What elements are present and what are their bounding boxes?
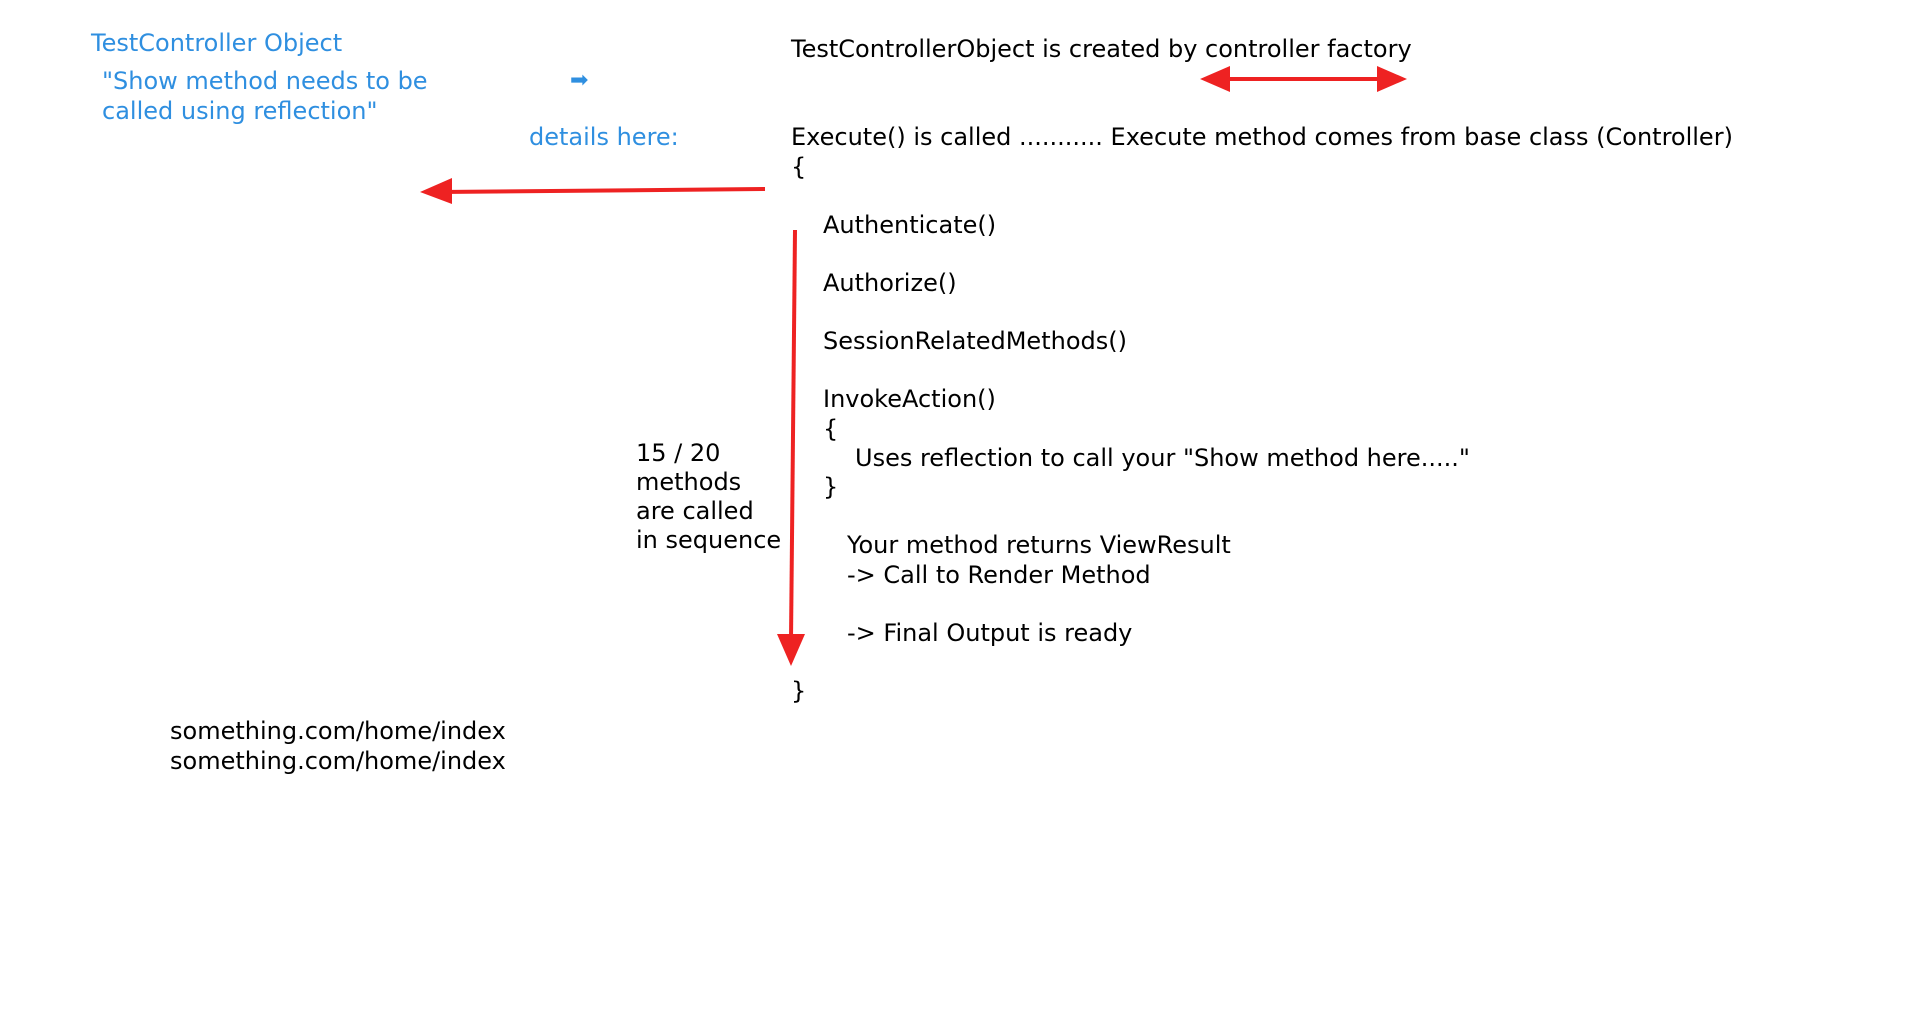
arrow-head-left bbox=[1200, 66, 1230, 92]
left-pointing-arrow bbox=[420, 178, 766, 204]
invoke-open-brace: { bbox=[823, 415, 839, 443]
invoke-action-step: InvokeAction() bbox=[823, 385, 996, 413]
execute-close-brace: } bbox=[791, 677, 807, 705]
final-output-line: -> Final Output is ready bbox=[847, 619, 1133, 647]
note-quote-line-1: "Show method needs to be bbox=[102, 67, 428, 95]
right-arrow-icon: ➡ bbox=[570, 68, 589, 93]
note-quote-line-2: called using reflection" bbox=[102, 97, 378, 125]
authenticate-step: Authenticate() bbox=[823, 211, 997, 239]
session-methods-step: SessionRelatedMethods() bbox=[823, 327, 1127, 355]
authorize-step: Authorize() bbox=[823, 269, 957, 297]
url-line-1: something.com/home/index bbox=[170, 717, 506, 745]
diagram-canvas: { "left_notes": { "title": "TestControll… bbox=[0, 0, 1920, 1017]
invoke-close-brace: } bbox=[823, 473, 839, 501]
url-line-2: something.com/home/index bbox=[170, 747, 506, 775]
execute-line: Execute() is called ........... Execute … bbox=[791, 123, 1733, 151]
arrows-layer bbox=[420, 66, 1407, 666]
note-details: details here: bbox=[529, 123, 679, 151]
sequence-note-line-4: in sequence bbox=[636, 526, 782, 554]
note-title: TestController Object bbox=[91, 29, 343, 57]
sequence-note-line-3: are called bbox=[636, 497, 754, 525]
arrow-head-left-pointing bbox=[420, 178, 452, 204]
sequence-note-line-1: 15 / 20 bbox=[636, 439, 721, 467]
double-headed-arrow bbox=[1200, 66, 1407, 92]
downward-sequence-arrow bbox=[777, 229, 805, 666]
reflection-line: Uses reflection to call your "Show metho… bbox=[855, 444, 1470, 472]
sequence-note-line-2: methods bbox=[636, 468, 742, 496]
arrow-head-right bbox=[1377, 66, 1407, 92]
arrow-head-down bbox=[777, 634, 805, 666]
execute-open-brace: { bbox=[791, 153, 807, 181]
render-method-line: -> Call to Render Method bbox=[847, 561, 1151, 589]
created-by-factory-line: TestControllerObject is created by contr… bbox=[791, 35, 1412, 63]
returns-viewresult-line: Your method returns ViewResult bbox=[847, 531, 1231, 559]
